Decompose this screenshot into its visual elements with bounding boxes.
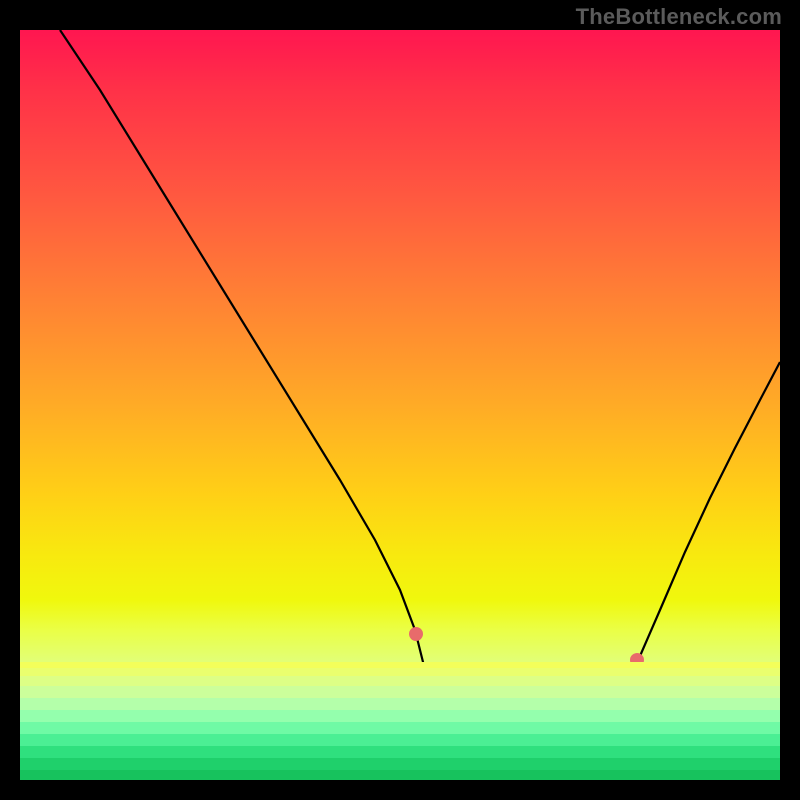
- curve-marker: [599, 717, 613, 731]
- curve-marker: [519, 768, 533, 780]
- curve-marker: [454, 755, 468, 769]
- curve-marker: [427, 693, 441, 707]
- plot-area: [20, 30, 780, 780]
- curve-markers: [409, 627, 644, 780]
- chart-frame: TheBottleneck.com: [0, 0, 800, 800]
- bottleneck-curve: [60, 30, 780, 776]
- curve-marker: [434, 723, 448, 737]
- curve-marker: [558, 757, 572, 771]
- watermark-text: TheBottleneck.com: [576, 4, 782, 30]
- curve-marker: [623, 671, 637, 685]
- curve-marker: [570, 750, 584, 764]
- curve-marker: [423, 675, 437, 689]
- curve-marker: [439, 738, 453, 752]
- curve-marker: [586, 735, 600, 749]
- curve-marker: [630, 653, 644, 667]
- curve-marker: [503, 769, 517, 780]
- curve-marker: [543, 763, 557, 777]
- curve-marker: [409, 627, 423, 641]
- chart-svg: [20, 30, 780, 780]
- curve-marker: [531, 766, 545, 780]
- curve-marker: [420, 663, 434, 677]
